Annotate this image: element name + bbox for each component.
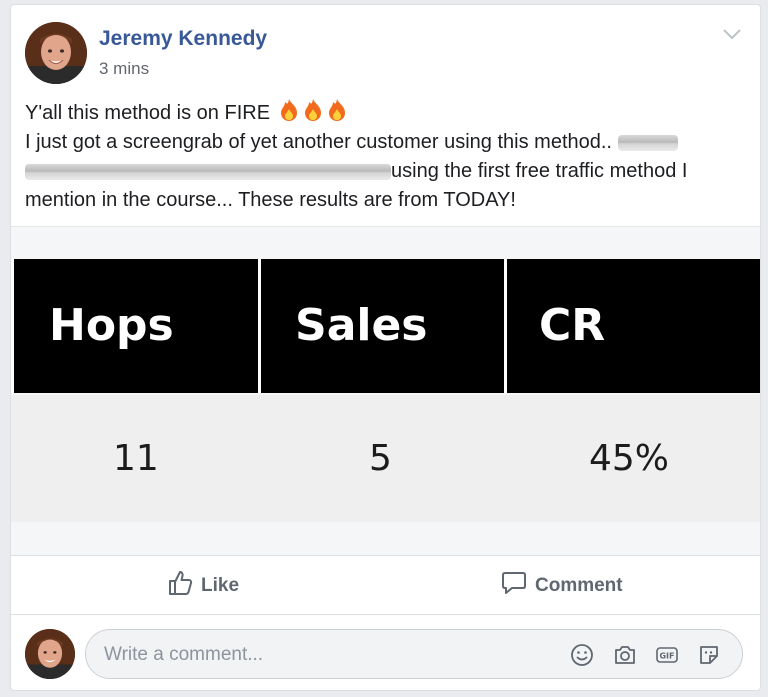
comment-composer: Write a comment... GIF	[11, 616, 760, 690]
post-image[interactable]: Hops Sales CR 11 5 45%	[11, 226, 760, 556]
post-card: Jeremy Kennedy 3 mins Y'all this method …	[10, 4, 761, 691]
redacted-text	[617, 134, 678, 151]
table-divider	[11, 259, 14, 393]
gif-icon[interactable]: GIF	[655, 643, 679, 667]
smiley-icon[interactable]	[570, 643, 594, 667]
table-divider	[504, 259, 507, 393]
current-user-avatar[interactable]	[25, 629, 75, 679]
redacted-text	[25, 163, 391, 180]
comment-input[interactable]: Write a comment... GIF	[85, 629, 743, 679]
post-timestamp[interactable]: 3 mins	[99, 59, 149, 79]
post-header: Jeremy Kennedy 3 mins	[11, 5, 760, 95]
stats-table-row: 11 5 45%	[11, 395, 760, 522]
comment-bubble-icon	[501, 570, 527, 602]
post-text: Y'all this method is on FIRE	[25, 102, 271, 124]
like-thumb-icon	[167, 570, 193, 602]
author-avatar[interactable]	[25, 22, 87, 84]
fire-emoji-icon	[278, 98, 300, 122]
header-sales: Sales	[295, 300, 428, 351]
table-divider	[258, 259, 261, 393]
comment-button[interactable]: Comment	[501, 557, 623, 615]
camera-icon[interactable]	[613, 643, 637, 667]
sticker-icon[interactable]	[697, 643, 721, 667]
value-cr: 45%	[589, 438, 670, 479]
post-text: I just got a screengrab of yet another c…	[25, 131, 612, 153]
svg-text:GIF: GIF	[659, 652, 674, 661]
post-text-line-4: mention in the course... These results a…	[25, 189, 516, 211]
post-text-line-2: I just got a screengrab of yet another c…	[25, 128, 745, 157]
like-button[interactable]: Like	[167, 557, 239, 615]
post-actions: Like Comment	[11, 557, 760, 615]
value-sales: 5	[369, 438, 392, 479]
author-name[interactable]: Jeremy Kennedy	[99, 27, 267, 51]
stats-table-header: Hops Sales CR	[11, 259, 760, 393]
post-text-line-1: Y'all this method is on FIRE	[25, 98, 745, 128]
comment-label: Comment	[535, 575, 623, 596]
fire-emoji-icon	[302, 98, 324, 122]
header-cr: CR	[539, 300, 606, 351]
value-hops: 11	[113, 438, 159, 479]
fire-emoji-icon	[326, 98, 348, 122]
post-text: using the first free traffic method I	[391, 160, 688, 182]
comment-placeholder: Write a comment...	[104, 644, 264, 665]
post-body: Y'all this method is on FIRE I just got …	[25, 98, 745, 215]
header-hops: Hops	[49, 300, 174, 351]
like-label: Like	[201, 575, 240, 596]
post-text-line-3: using the first free traffic method I	[25, 157, 745, 186]
chevron-down-icon[interactable]	[722, 27, 742, 41]
